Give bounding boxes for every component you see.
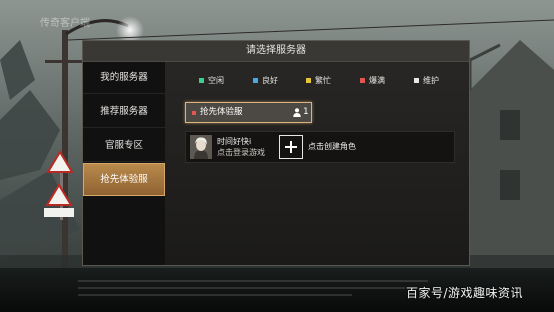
legend-label: 繁忙	[315, 76, 331, 85]
server-player-count: 1	[303, 107, 309, 117]
status-legend: 空闲 良好 繁忙 爆满 维护	[199, 75, 459, 87]
character-portrait-icon	[190, 135, 212, 159]
status-square-icon	[360, 78, 365, 83]
login-hint: 点击登录游戏	[217, 148, 265, 157]
sidebar-item-recommended[interactable]: 推荐服务器	[83, 96, 165, 128]
utility-pole	[62, 30, 68, 270]
corner-watermark: 百家号/游戏趣味资讯	[406, 286, 524, 300]
character-avatar[interactable]	[190, 135, 212, 159]
sidebar-item-official[interactable]: 官服专区	[83, 130, 165, 162]
create-character-label[interactable]: 点击创建角色	[308, 132, 356, 162]
sidebar-item-my-servers[interactable]: 我的服务器	[83, 62, 165, 94]
server-name: 抢先体验服	[200, 107, 243, 117]
status-square-icon	[414, 78, 419, 83]
character-name: 时间好快i	[217, 137, 252, 146]
dialog-title: 请选择服务器	[83, 41, 469, 62]
character-row: 时间好快i 点击登录游戏 点击创建角色	[185, 131, 455, 163]
server-card-early-access[interactable]: 抢先体验服 1	[185, 102, 312, 123]
legend-label: 维护	[423, 76, 439, 85]
legend-label: 爆满	[369, 76, 385, 85]
server-select-dialog: 请选择服务器 我的服务器 推荐服务器 官服专区 抢先体验服 空闲 良好 繁忙 爆…	[82, 40, 470, 266]
server-category-sidebar: 我的服务器 推荐服务器 官服专区 抢先体验服	[83, 62, 165, 265]
status-square-icon	[253, 78, 258, 83]
sidebar-item-early-access[interactable]: 抢先体验服	[83, 163, 165, 196]
status-square-icon	[199, 78, 204, 83]
legend-label: 良好	[262, 76, 278, 85]
create-character-button[interactable]	[279, 135, 303, 159]
top-watermark: 传奇客户端	[40, 18, 90, 29]
server-status-dot	[192, 111, 196, 115]
status-square-icon	[306, 78, 311, 83]
person-icon	[293, 108, 301, 117]
legend-label: 空闲	[208, 76, 224, 85]
legal-text-blurred	[78, 275, 458, 305]
